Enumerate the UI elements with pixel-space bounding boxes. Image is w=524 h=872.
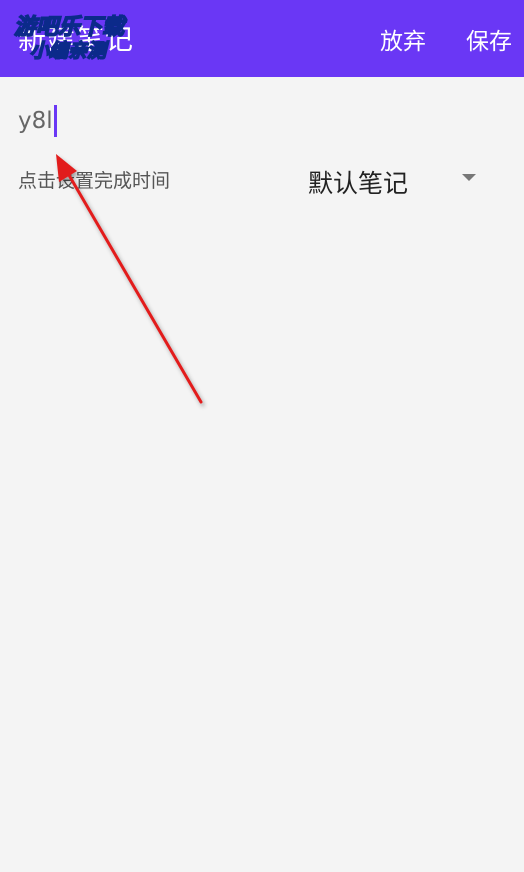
note-title-input[interactable]: y8l — [18, 104, 57, 138]
watermark-line1: 游吧乐下载 — [14, 15, 127, 40]
app-bar: 新建笔记 游吧乐下载 小编亲测 放弃 保存 — [0, 0, 524, 77]
set-completion-time-button[interactable]: 点击设置完成时间 — [18, 166, 170, 193]
discard-button[interactable]: 放弃 — [380, 22, 426, 56]
category-dropdown[interactable]: 默认笔记 — [306, 160, 496, 200]
watermark-logo: 游吧乐下载 小编亲测 — [13, 14, 128, 63]
dropdown-arrow-icon[interactable] — [462, 174, 476, 181]
note-title-value[interactable]: y8l — [18, 108, 53, 134]
save-button[interactable]: 保存 — [466, 22, 512, 56]
text-cursor — [53, 105, 57, 137]
watermark-line2: 小编亲测 — [30, 40, 110, 62]
red-arrow-annotation — [56, 154, 203, 404]
category-selected-value[interactable]: 默认笔记 — [308, 164, 408, 200]
